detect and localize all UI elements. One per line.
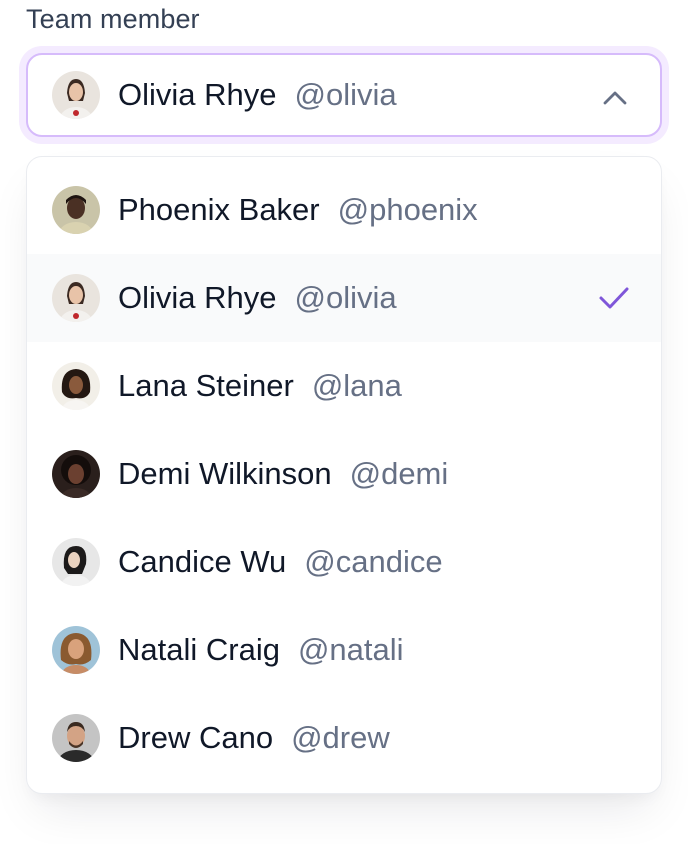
option-handle: @natali	[297, 632, 404, 667]
selected-handle: @olivia	[294, 77, 397, 112]
option-olivia[interactable]: Olivia Rhye @olivia	[27, 254, 661, 342]
option-handle: @drew	[291, 720, 390, 755]
option-handle: @phoenix	[337, 192, 478, 227]
option-drew[interactable]: Drew Cano @drew	[27, 694, 661, 782]
selected-name: Olivia Rhye	[118, 77, 277, 112]
option-demi[interactable]: Demi Wilkinson @demi	[27, 430, 661, 518]
option-handle: @olivia	[294, 280, 397, 315]
avatar-candice	[52, 538, 100, 586]
avatar-olivia	[52, 274, 100, 322]
option-name: Demi Wilkinson	[118, 456, 332, 491]
check-icon	[597, 283, 631, 313]
option-name: Drew Cano	[118, 720, 274, 755]
option-name: Natali Craig	[118, 632, 280, 667]
option-handle: @lana	[311, 368, 402, 403]
field-label: Team member	[26, 4, 200, 34]
option-name: Phoenix Baker	[118, 192, 320, 227]
avatar-drew	[52, 714, 100, 762]
avatar-olivia	[52, 71, 100, 119]
option-name: Olivia Rhye	[118, 280, 277, 315]
option-lana[interactable]: Lana Steiner @lana	[27, 342, 661, 430]
team-member-dropdown-menu: Phoenix Baker @phoenix Olivia Rhye @oliv…	[26, 156, 662, 794]
option-handle: @demi	[349, 456, 449, 491]
option-candice[interactable]: Candice Wu @candice	[27, 518, 661, 606]
avatar-demi	[52, 450, 100, 498]
avatar-natali	[52, 626, 100, 674]
option-phoenix[interactable]: Phoenix Baker @phoenix	[27, 166, 661, 254]
avatar-lana	[52, 362, 100, 410]
chevron-up-icon[interactable]	[600, 83, 630, 111]
option-natali[interactable]: Natali Craig @natali	[27, 606, 661, 694]
option-name: Candice Wu	[118, 544, 287, 579]
avatar-phoenix	[52, 186, 100, 234]
team-member-select[interactable]: Olivia Rhye @olivia	[26, 53, 662, 137]
option-handle: @candice	[304, 544, 443, 579]
option-name: Lana Steiner	[118, 368, 294, 403]
